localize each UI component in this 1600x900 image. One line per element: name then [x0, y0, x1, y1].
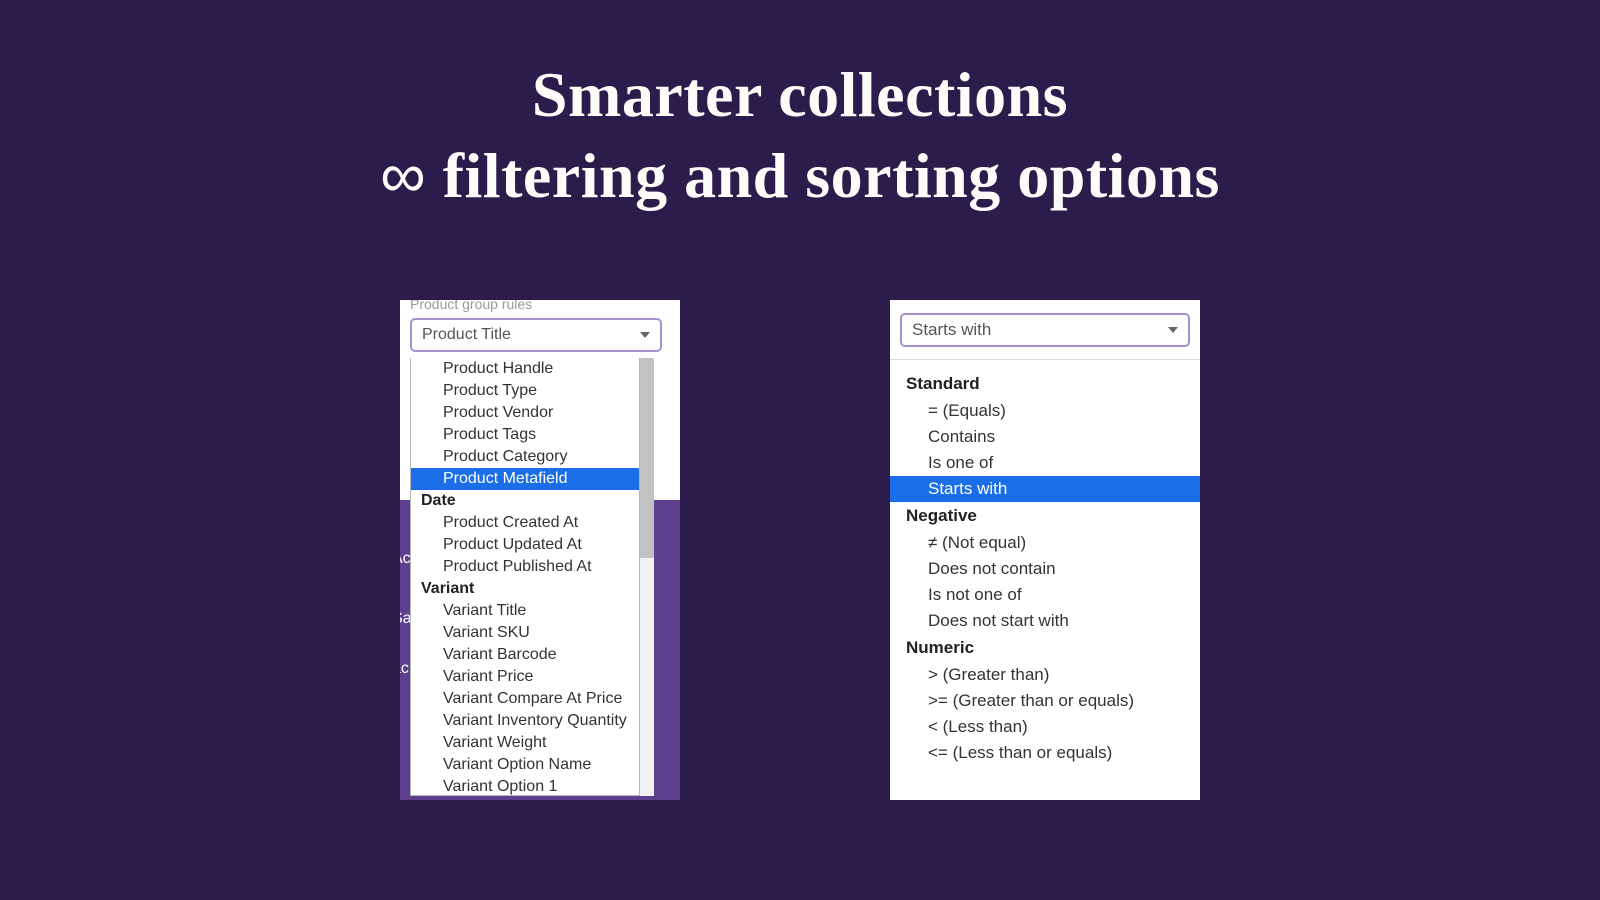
list-item[interactable]: Contains — [890, 424, 1200, 450]
list-item[interactable]: < (Less than) — [890, 714, 1200, 740]
chevron-down-icon — [1168, 327, 1178, 333]
list-item-highlighted[interactable]: Starts with — [890, 476, 1200, 502]
list-item[interactable]: Variant Barcode — [411, 644, 639, 666]
list-item[interactable]: Does not start with — [890, 608, 1200, 634]
list-item[interactable]: Variant Price — [411, 666, 639, 688]
list-item[interactable]: Product Category — [411, 446, 639, 468]
peek-text-ac2: ac — [400, 660, 409, 678]
list-group-header: Standard — [890, 370, 1200, 398]
hero-line2-text: filtering and sorting options — [426, 140, 1220, 211]
operator-select-value: Starts with — [912, 320, 991, 340]
list-item[interactable]: Product Handle — [411, 358, 639, 380]
list-item-highlighted[interactable]: Product Metafield — [411, 468, 639, 490]
list-item[interactable]: Variant Option Name — [411, 754, 639, 776]
operator-select[interactable]: Starts with — [900, 313, 1190, 347]
list-item[interactable]: Variant SKU — [411, 622, 639, 644]
list-item[interactable]: Product Vendor — [411, 402, 639, 424]
list-item[interactable]: Is not one of — [890, 582, 1200, 608]
chevron-down-icon — [640, 332, 650, 338]
list-item[interactable]: Product Updated At — [411, 534, 639, 556]
list-item[interactable]: Product Type — [411, 380, 639, 402]
field-dropdown-panel: Product group rules Ac Sa ac Product Tit… — [400, 300, 680, 800]
list-item[interactable]: > (Greater than) — [890, 662, 1200, 688]
list-item[interactable]: Variant Inventory Quantity — [411, 710, 639, 732]
list-group-header: Variant — [411, 578, 639, 600]
operator-options-listbox[interactable]: Standard= (Equals)ContainsIs one ofStart… — [890, 359, 1200, 774]
infinity-icon: ∞ — [380, 139, 426, 211]
operator-dropdown-panel: Starts with Standard= (Equals)ContainsIs… — [890, 300, 1200, 800]
field-options-listbox[interactable]: Product HandleProduct TypeProduct Vendor… — [410, 358, 640, 796]
list-group-header: Negative — [890, 502, 1200, 530]
list-item[interactable]: = (Equals) — [890, 398, 1200, 424]
hero-heading: Smarter collections ∞ filtering and sort… — [0, 0, 1600, 216]
list-item[interactable]: Product Tags — [411, 424, 639, 446]
list-item[interactable]: Is one of — [890, 450, 1200, 476]
list-item[interactable]: Variant Option 1 — [411, 776, 639, 796]
list-item[interactable]: ≠ (Not equal) — [890, 530, 1200, 556]
list-item[interactable]: Does not contain — [890, 556, 1200, 582]
section-header-cutoff: Product group rules — [410, 300, 532, 312]
list-item[interactable]: Product Published At — [411, 556, 639, 578]
hero-line2: ∞ filtering and sorting options — [0, 135, 1600, 216]
list-group-header: Date — [411, 490, 639, 512]
list-item[interactable]: Variant Title — [411, 600, 639, 622]
field-select-value: Product Title — [422, 326, 511, 344]
list-item[interactable]: Variant Compare At Price — [411, 688, 639, 710]
list-item[interactable]: Product Created At — [411, 512, 639, 534]
list-item[interactable]: <= (Less than or equals) — [890, 740, 1200, 766]
scrollbar-track[interactable] — [640, 358, 654, 796]
hero-line1: Smarter collections — [0, 55, 1600, 135]
field-select[interactable]: Product Title — [410, 318, 662, 352]
list-item[interactable]: >= (Greater than or equals) — [890, 688, 1200, 714]
scrollbar-thumb[interactable] — [640, 358, 654, 558]
list-group-header: Numeric — [890, 634, 1200, 662]
list-item[interactable]: Variant Weight — [411, 732, 639, 754]
